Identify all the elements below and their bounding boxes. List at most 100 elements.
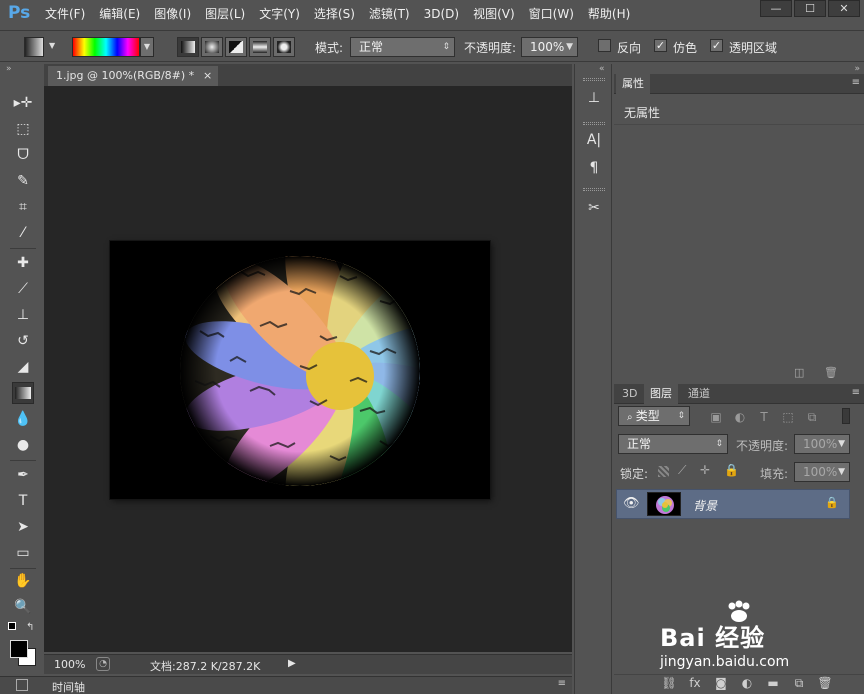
dither-checkbox[interactable]: ✓ [654,39,667,52]
fill-input[interactable]: 100% ▼ [794,462,850,482]
status-info-icon[interactable]: ◔ [96,657,110,671]
healing-tool-icon[interactable]: ✚ [12,252,34,274]
collapse-arrows-icon[interactable]: » [6,64,12,74]
updown-icon: ⇕ [677,411,685,421]
crop-tool-icon[interactable]: ⌗ [12,196,34,218]
shape-filter-icon[interactable]: ⬚ [780,409,796,425]
close-button[interactable]: ✕ [828,0,860,17]
expand-arrows-icon[interactable]: « [599,64,605,74]
layer-thumbnail[interactable] [647,492,681,516]
gradient-tool-icon[interactable] [12,382,34,404]
status-menu-arrow-icon[interactable]: ▶ [288,658,296,669]
dock-grip[interactable] [583,78,605,81]
visibility-eye-icon[interactable]: 👁 [623,496,640,511]
tab-layers[interactable]: 图层 [644,384,678,404]
move-tool-icon[interactable]: ▸✛ [12,92,34,114]
character-panel-icon[interactable]: A| [582,128,606,152]
minimize-button[interactable]: — [760,0,792,17]
foreground-color-swatch[interactable] [10,640,28,658]
opacity-input[interactable]: 100% ▼ [521,37,578,57]
mask-icon[interactable]: ◫ [794,366,804,379]
hand-tool-icon[interactable]: ✋ [12,570,34,592]
blur-tool-icon[interactable]: 💧 [12,408,34,430]
filter-toggle[interactable] [842,408,850,424]
menu-image[interactable]: 图像(I) [147,0,198,28]
pixel-filter-icon[interactable]: ▣ [708,409,724,425]
layer-filter-select[interactable]: ⌕ 类型 ⇕ [618,406,690,426]
menu-type[interactable]: 文字(Y) [252,0,307,28]
layer-opacity-input[interactable]: 100% ▼ [794,434,850,454]
quick-select-tool-icon[interactable]: ✎ [12,170,34,192]
expand-arrows-icon[interactable]: » [854,64,860,74]
menu-help[interactable]: 帮助(H) [581,0,637,28]
menu-view[interactable]: 视图(V) [466,0,522,28]
reflected-gradient-button[interactable] [249,37,271,57]
stamp-tool-icon[interactable]: ⊥ [12,304,34,326]
tab-3d[interactable]: 3D [616,384,643,404]
history-brush-tool-icon[interactable]: ↺ [12,330,34,352]
lock-position-icon[interactable]: ✛ [700,463,710,477]
menu-window[interactable]: 窗口(W) [522,0,581,28]
gradient-picker-button[interactable]: ▼ [140,37,154,57]
menu-file[interactable]: 文件(F) [38,0,92,28]
properties-tab[interactable]: 属性 [616,74,650,94]
layer-row-background[interactable]: 👁 背景 🔒 [616,489,850,519]
menu-3d[interactable]: 3D(D) [417,0,466,28]
gradient-editor-swatch[interactable] [72,37,140,57]
trash-icon[interactable]: 🗑 [824,366,838,379]
lasso-tool-icon[interactable]: ᗜ [12,144,34,166]
type-filter-icon[interactable]: T [756,409,772,425]
tool-preset-icon[interactable] [24,37,44,57]
panel-menu-icon[interactable]: ≡ [852,387,860,398]
dock-grip[interactable] [583,188,605,191]
document-image[interactable] [110,241,490,499]
default-colors-icon[interactable] [8,622,16,630]
angle-gradient-button[interactable] [225,37,247,57]
fill-value: 100% [803,465,838,479]
type-tool-icon[interactable]: T [12,490,34,512]
lock-transparency-icon[interactable] [658,466,669,477]
transparency-checkbox[interactable]: ✓ [710,39,723,52]
reverse-checkbox[interactable] [598,39,611,52]
menu-layer[interactable]: 图层(L) [198,0,252,28]
preset-chevron-down-icon[interactable]: ▼ [49,41,55,50]
layer-name[interactable]: 背景 [693,497,717,514]
paragraph-panel-icon[interactable]: ¶ [582,156,606,180]
swap-colors-icon[interactable]: ↰ [26,622,34,633]
close-icon[interactable]: × [203,66,212,86]
smart-object-filter-icon[interactable]: ⧉ [804,409,820,425]
eyedropper-tool-icon[interactable]: ⁄ [12,222,34,244]
path-select-tool-icon[interactable]: ➤ [12,516,34,538]
baidu-watermark: Bai 经验 jingyan.baidu.com [660,600,860,694]
dock-grip[interactable] [583,122,605,125]
lock-all-icon[interactable]: 🔒 [724,463,739,477]
document-tab[interactable]: 1.jpg @ 100%(RGB/8#) * × [48,66,219,86]
timeline-panel-icon[interactable] [16,679,28,691]
radial-gradient-button[interactable] [201,37,223,57]
tab-channels[interactable]: 通道 [682,384,716,404]
diamond-gradient-button[interactable] [273,37,295,57]
eraser-tool-icon[interactable]: ◢ [12,356,34,378]
dodge-tool-icon[interactable]: ● [12,434,34,456]
marquee-tool-icon[interactable]: ⬚ [12,118,34,140]
tool-options-icon[interactable]: ✂ [582,196,606,220]
timeline-tab[interactable]: 时间轴 [52,679,85,694]
shape-tool-icon[interactable]: ▭ [12,542,34,564]
adjustment-filter-icon[interactable]: ◐ [732,409,748,425]
zoom-tool-icon[interactable]: 🔍 [12,596,34,618]
lock-pixels-icon[interactable]: ⟋ [678,463,686,478]
zoom-level[interactable]: 100% [54,658,85,671]
menu-edit[interactable]: 编辑(E) [92,0,147,28]
menu-filter[interactable]: 滤镜(T) [362,0,417,28]
restore-button[interactable]: ☐ [794,0,826,17]
tool-presets-icon[interactable]: ⊥ [582,86,606,110]
pen-tool-icon[interactable]: ✒ [12,464,34,486]
canvas-area[interactable] [44,86,572,652]
mode-select[interactable]: 正常 ⇕ [350,37,455,57]
brush-tool-icon[interactable]: ⟋ [12,278,34,300]
linear-gradient-button[interactable] [177,37,199,57]
menu-select[interactable]: 选择(S) [307,0,362,28]
blend-mode-select[interactable]: 正常 ⇕ [618,434,728,454]
panel-menu-icon[interactable]: ≡ [852,77,860,88]
panel-menu-icon[interactable]: ≡ [558,678,566,689]
